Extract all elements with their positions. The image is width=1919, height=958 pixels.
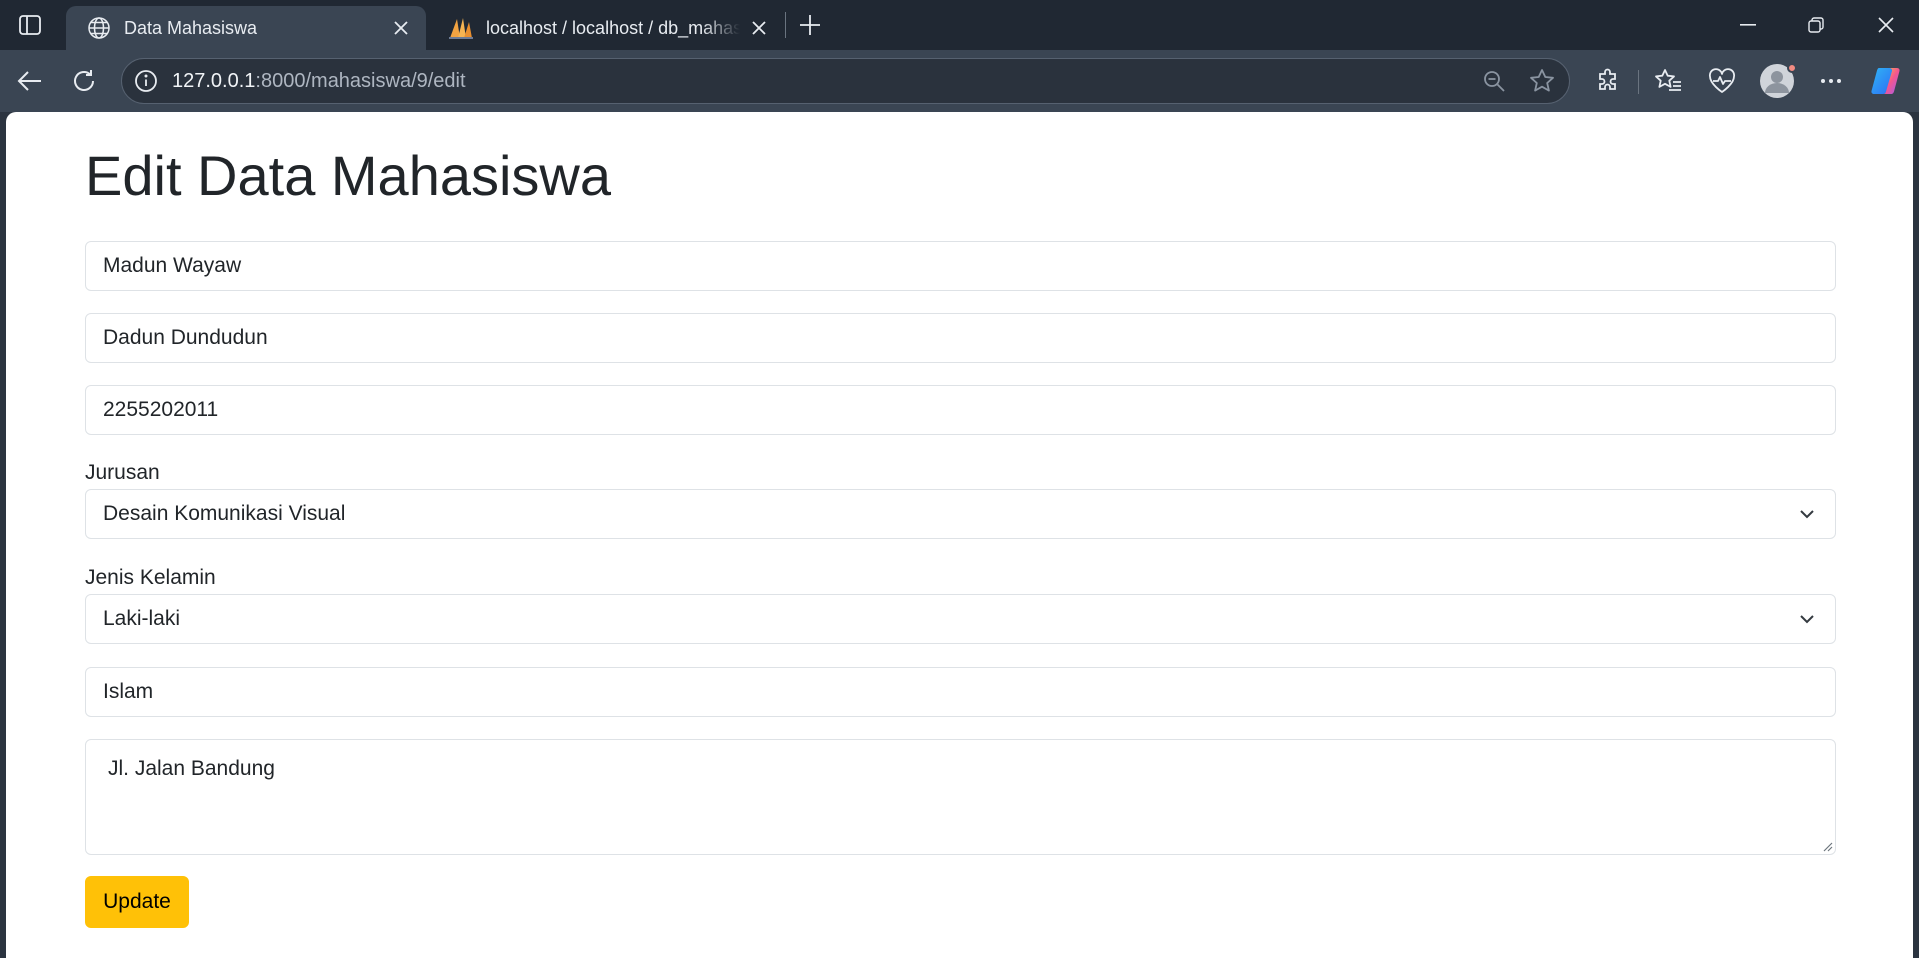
jurusan-select[interactable]: Desain Komunikasi Visual (85, 489, 1836, 539)
nama-ortu-input[interactable]: Dadun Dundudun (85, 313, 1836, 363)
chevron-down-icon (1800, 615, 1814, 624)
favorites-icon[interactable] (1650, 63, 1686, 99)
refresh-icon[interactable] (66, 63, 102, 99)
restore-icon[interactable] (1788, 0, 1844, 50)
page-title: Edit Data Mahasiswa (85, 144, 612, 207)
alamat-textarea[interactable]: Jl. Jalan Bandung (85, 739, 1836, 855)
page-viewport: Edit Data Mahasiswa Madun Wayaw Dadun Du… (6, 112, 1913, 958)
jenis-kelamin-label: Jenis Kelamin (85, 566, 216, 589)
extensions-icon[interactable] (1590, 63, 1626, 99)
profile-notification-badge (1787, 63, 1797, 73)
close-tab-icon[interactable] (388, 15, 414, 41)
nama-input[interactable]: Madun Wayaw (85, 241, 1836, 291)
tab-title: localhost / localhost / db_mahasiswa (486, 17, 740, 38)
jurusan-label: Jurusan (85, 461, 160, 484)
tab-title: Data Mahasiswa (124, 17, 258, 38)
close-window-icon[interactable] (1858, 0, 1914, 50)
chevron-down-icon (1800, 510, 1814, 519)
sidebar-toggle-icon[interactable] (14, 11, 46, 39)
close-tab-icon[interactable] (746, 15, 772, 41)
url-path: :8000/mahasiswa/9/edit (255, 70, 466, 92)
nim-input[interactable]: 2255202011 (85, 385, 1836, 435)
zoom-out-icon[interactable] (1480, 67, 1508, 95)
new-tab-icon[interactable] (794, 9, 826, 41)
site-info-icon[interactable] (132, 67, 160, 95)
url-host: 127.0.0.1 (172, 70, 256, 92)
more-menu-icon[interactable] (1813, 63, 1849, 99)
alamat-text: Jl. Jalan Bandung (108, 757, 275, 780)
phpmyadmin-sail-icon (448, 15, 474, 41)
back-icon[interactable] (12, 63, 48, 99)
url-text: 127.0.0.1:8000/mahasiswa/9/edit (172, 70, 466, 93)
tab-separator (785, 12, 786, 38)
jenis-kelamin-selected-value: Laki-laki (103, 607, 181, 630)
agama-input[interactable]: Islam (85, 667, 1836, 717)
address-bar[interactable]: 127.0.0.1:8000/mahasiswa/9/edit (121, 58, 1570, 104)
tab-phpmyadmin[interactable]: localhost / localhost / db_mahasiswa (428, 6, 784, 50)
tab-data-mahasiswa[interactable]: Data Mahasiswa (66, 6, 426, 50)
jenis-kelamin-select[interactable]: Laki-laki (85, 594, 1836, 644)
browser-essentials-icon[interactable] (1704, 63, 1740, 99)
browser-toolbar: 127.0.0.1:8000/mahasiswa/9/edit (0, 50, 1919, 112)
toolbar-divider (1638, 70, 1639, 94)
globe-icon (86, 15, 112, 41)
resize-grip-icon[interactable] (1821, 840, 1833, 852)
update-button[interactable]: Update (85, 876, 189, 928)
favorite-star-icon[interactable] (1528, 67, 1556, 95)
copilot-icon[interactable] (1868, 63, 1904, 99)
minimize-icon[interactable] (1720, 0, 1776, 50)
jurusan-selected-value: Desain Komunikasi Visual (103, 502, 346, 525)
browser-tab-strip: Data Mahasiswa localhost / localhost / d… (0, 0, 1919, 50)
